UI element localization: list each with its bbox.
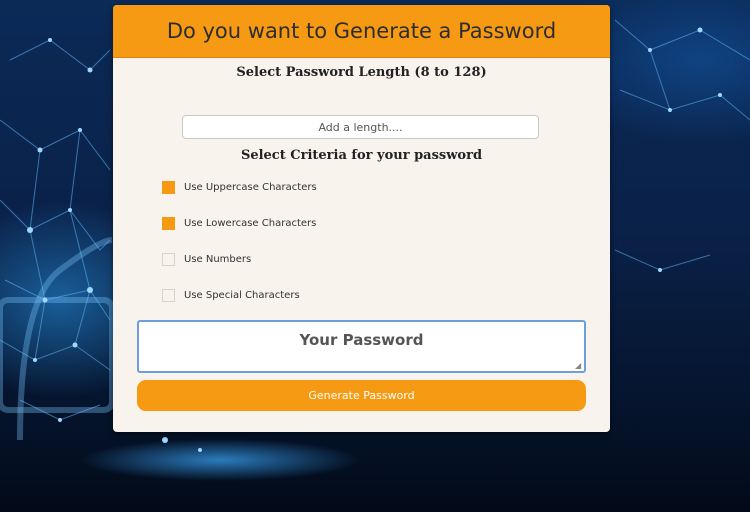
- uppercase-option[interactable]: Use Uppercase Characters: [162, 180, 317, 194]
- special-characters-checkbox[interactable]: [162, 288, 175, 302]
- numbers-option[interactable]: Use Numbers: [162, 252, 251, 266]
- password-generator-card: Do you want to Generate a Password Selec…: [113, 5, 610, 432]
- numbers-label: Use Numbers: [184, 253, 252, 265]
- lowercase-label: Use Lowercase Characters: [184, 217, 317, 229]
- page-title: Do you want to Generate a Password: [166, 19, 557, 43]
- length-heading: Select Password Length (8 to 128): [236, 65, 487, 80]
- lowercase-checkbox[interactable]: [162, 216, 175, 230]
- length-input[interactable]: [182, 115, 539, 139]
- lowercase-option[interactable]: Use Lowercase Characters: [162, 216, 316, 230]
- criteria-heading: Select Criteria for your password: [240, 148, 483, 163]
- uppercase-checkbox[interactable]: [162, 180, 175, 194]
- card-header: Do you want to Generate a Password: [113, 5, 610, 58]
- generate-password-button[interactable]: Generate Password: [137, 380, 586, 411]
- uppercase-label: Use Uppercase Characters: [184, 181, 317, 193]
- special-characters-label: Use Special Characters: [184, 289, 300, 301]
- password-output[interactable]: [137, 320, 586, 373]
- special-characters-option[interactable]: Use Special Characters: [162, 288, 300, 302]
- numbers-checkbox[interactable]: [162, 252, 175, 266]
- resize-grip-icon[interactable]: ◢: [575, 362, 581, 370]
